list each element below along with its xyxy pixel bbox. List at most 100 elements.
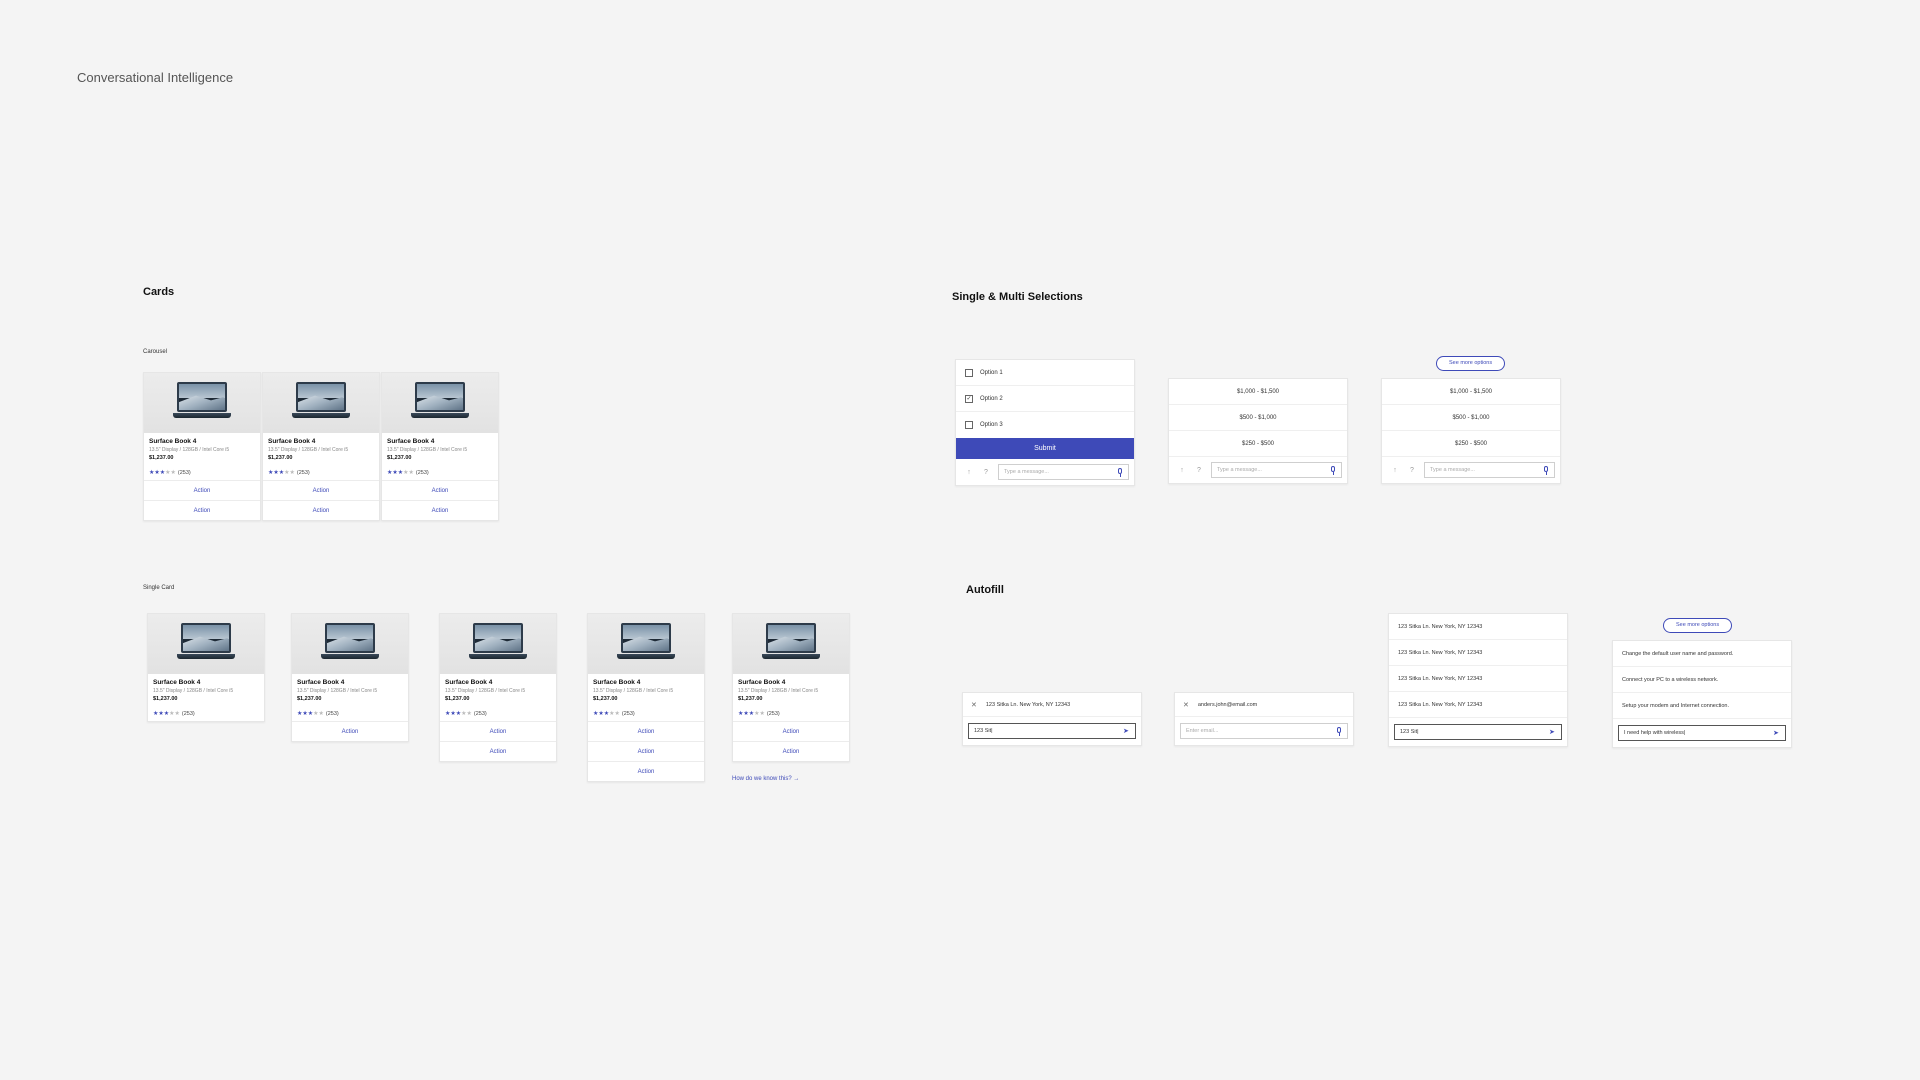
card-body: Surface Book 4 13.5" Display / 128GB / In… (263, 433, 379, 480)
microphone-icon[interactable] (1330, 465, 1336, 475)
product-image (144, 373, 260, 433)
product-price: $1,237.00 (593, 696, 618, 702)
option-row[interactable]: Option 1 (956, 360, 1134, 386)
message-input[interactable]: Type a message... (1424, 462, 1555, 478)
microphone-icon[interactable] (1336, 726, 1342, 736)
microphone-icon[interactable] (1117, 467, 1123, 477)
see-more-options-button[interactable]: See more options (1663, 618, 1733, 633)
help-icon[interactable]: ? (1194, 467, 1204, 474)
product-card[interactable]: Surface Book 4 13.5" Display / 128GB / In… (732, 613, 850, 762)
address-input[interactable]: 123 Sit| ➤ (1394, 724, 1562, 740)
card-action-button[interactable]: Action (588, 761, 704, 781)
card-action-button[interactable]: Action (292, 721, 408, 741)
review-count: (253) (325, 710, 339, 717)
product-name: Surface Book 4 (593, 679, 641, 686)
product-price: $1,237.00 (387, 455, 412, 461)
card-action-button[interactable]: Action (382, 480, 498, 500)
product-card[interactable]: Surface Book 4 13.5" Display / 128GB / In… (381, 372, 499, 521)
address-input-value: 123 Sit| (1400, 729, 1419, 735)
page-title: Conversational Intelligence (77, 70, 234, 85)
microphone-icon[interactable] (1543, 465, 1549, 475)
see-more-options-button[interactable]: See more options (1436, 356, 1506, 371)
card-action-button[interactable]: Action (733, 741, 849, 761)
price-range-option[interactable]: $250 - $500 (1169, 431, 1347, 457)
product-rating: ★★★★★ (253) (593, 710, 699, 718)
help-suggestion[interactable]: Connect your PC to a wireless network. (1613, 667, 1791, 693)
pin-icon[interactable]: ↑ (1390, 467, 1400, 474)
address-suggestion[interactable]: 123 Sitka Ln. New York, NY 12343 (1389, 666, 1567, 692)
cards-section-title: Cards (143, 286, 175, 298)
laptop-image (321, 623, 379, 663)
address-input[interactable]: 123 Sit| ➤ (968, 723, 1136, 739)
help-icon[interactable]: ? (981, 469, 991, 476)
card-action-button[interactable]: Action (588, 721, 704, 741)
card-action-button[interactable]: Action (263, 480, 379, 500)
product-spec: 13.5" Display / 128GB / Intel Core i5 (738, 688, 819, 694)
message-input[interactable]: Type a message... (1211, 462, 1342, 478)
email-chip-text: anders.john@email.com (1197, 701, 1258, 708)
product-rating: ★★★★★ (253) (738, 710, 844, 718)
help-input[interactable]: I need help with wireless| ➤ (1618, 725, 1786, 741)
pin-icon[interactable]: ↑ (964, 469, 974, 476)
help-icon[interactable]: ? (1407, 467, 1417, 474)
send-icon[interactable]: ➤ (1549, 729, 1556, 736)
price-range-option[interactable]: $500 - $1,000 (1169, 405, 1347, 431)
review-count: (253) (415, 469, 429, 476)
card-action-button[interactable]: Action (440, 721, 556, 741)
star-rating-icon: ★★★★★ (593, 711, 620, 717)
laptop-image (411, 382, 469, 422)
send-icon[interactable]: ➤ (1773, 730, 1780, 737)
product-card[interactable]: Surface Book 4 13.5" Display / 128GB / In… (439, 613, 557, 762)
address-suggestion[interactable]: 123 Sitka Ln. New York, NY 12343 (1389, 692, 1567, 718)
product-image (440, 614, 556, 674)
price-range-option[interactable]: $1,000 - $1,500 (1169, 379, 1347, 405)
option-row[interactable]: ✓ Option 2 (956, 386, 1134, 412)
price-range-option[interactable]: $500 - $1,000 (1382, 405, 1560, 431)
product-price: $1,237.00 (297, 696, 322, 702)
card-action-button[interactable]: Action (144, 480, 260, 500)
card-action-button[interactable]: Action (588, 741, 704, 761)
how-do-we-know-link[interactable]: How do we know this? → (732, 776, 799, 782)
submit-button[interactable]: Submit (956, 438, 1134, 459)
address-suggestions-widget: 123 Sitka Ln. New York, NY 12343 123 Sit… (1388, 613, 1568, 747)
product-price: $1,237.00 (153, 696, 178, 702)
card-action-button[interactable]: Action (440, 741, 556, 761)
email-chip: ✕ anders.john@email.com (1175, 693, 1353, 717)
product-name: Surface Book 4 (153, 679, 201, 686)
email-input-row: Enter email... (1175, 717, 1353, 745)
product-card[interactable]: Surface Book 4 13.5" Display / 128GB / In… (587, 613, 705, 782)
star-rating-icon: ★★★★★ (387, 470, 414, 476)
product-name: Surface Book 4 (297, 679, 345, 686)
address-suggestion[interactable]: 123 Sitka Ln. New York, NY 12343 (1389, 614, 1567, 640)
product-card[interactable]: Surface Book 4 13.5" Display / 128GB / In… (147, 613, 265, 722)
product-name: Surface Book 4 (149, 438, 197, 445)
checkbox-unchecked[interactable] (965, 421, 973, 429)
card-action-button[interactable]: Action (733, 721, 849, 741)
send-icon[interactable]: ➤ (1123, 728, 1130, 735)
product-card[interactable]: Surface Book 4 13.5" Display / 128GB / In… (291, 613, 409, 742)
product-rating: ★★★★★ (253) (297, 710, 403, 718)
pin-icon[interactable]: ↑ (1177, 467, 1187, 474)
card-action-button[interactable]: Action (382, 500, 498, 520)
checkbox-unchecked[interactable] (965, 368, 973, 377)
checkbox-checked[interactable]: ✓ (965, 394, 973, 403)
message-input[interactable]: Type a message... (998, 464, 1129, 480)
option-row[interactable]: Option 3 (956, 412, 1134, 438)
product-card[interactable]: Surface Book 4 13.5" Display / 128GB / In… (262, 372, 380, 521)
laptop-image (173, 382, 231, 422)
help-suggestion[interactable]: Change the default user name and passwor… (1613, 641, 1791, 667)
close-icon[interactable]: ✕ (1183, 701, 1189, 709)
address-chip-text: 123 Sitka Ln. New York, NY 12343 (985, 701, 1071, 708)
help-input-row: I need help with wireless| ➤ (1613, 719, 1791, 747)
email-input[interactable]: Enter email... (1180, 723, 1348, 739)
card-action-button[interactable]: Action (144, 500, 260, 520)
price-range-option[interactable]: $1,000 - $1,500 (1382, 379, 1560, 405)
price-range-option[interactable]: $250 - $500 (1382, 431, 1560, 457)
card-action-button[interactable]: Action (263, 500, 379, 520)
product-card[interactable]: Surface Book 4 13.5" Display / 128GB / In… (143, 372, 261, 521)
close-icon[interactable]: ✕ (971, 701, 977, 709)
address-suggestion[interactable]: 123 Sitka Ln. New York, NY 12343 (1389, 640, 1567, 666)
help-suggestion[interactable]: Setup your modem and Internet connection… (1613, 693, 1791, 719)
card-body: Surface Book 4 13.5" Display / 128GB / In… (382, 433, 498, 480)
laptop-image (292, 382, 350, 422)
